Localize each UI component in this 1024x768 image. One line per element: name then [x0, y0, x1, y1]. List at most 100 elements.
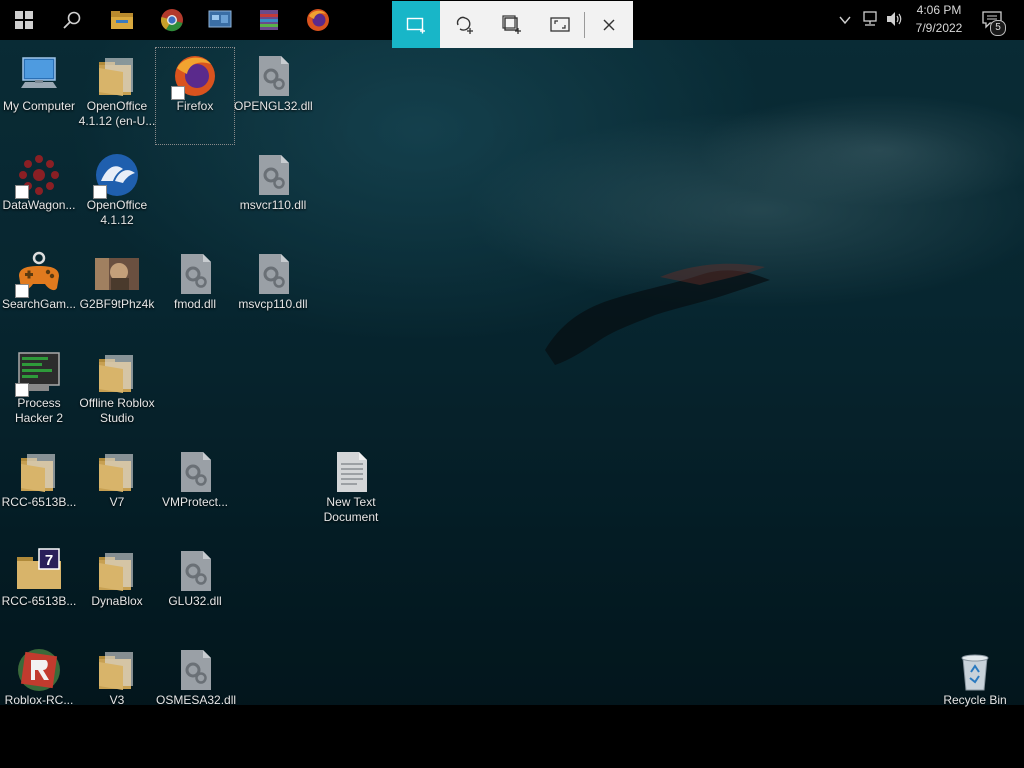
close-icon: [603, 19, 615, 30]
window-snip-icon: [502, 14, 521, 34]
desktop-icon[interactable]: SearchGam...: [0, 246, 78, 342]
file-explorer-icon: [111, 11, 133, 29]
desktop-icon[interactable]: Firefox: [155, 47, 235, 145]
desktop-icon[interactable]: GLU32.dll: [156, 543, 234, 639]
desktop-icon[interactable]: V3: [78, 642, 156, 738]
desktop-icon[interactable]: msvcr110.dll: [234, 147, 312, 243]
desktop-icon-label: GLU32.dll: [168, 594, 222, 608]
desktop-icon-label: fmod.dll: [173, 297, 217, 311]
desktop-icon[interactable]: V7: [78, 444, 156, 540]
dll-icon: [171, 448, 219, 496]
desktop-icon-label: RCC-6513B...: [1, 594, 77, 608]
desktop-icon[interactable]: VMProtect...: [156, 444, 234, 540]
folder7-icon: 7: [15, 547, 63, 595]
desktop-icon-label: Offline Roblox Studio: [79, 396, 155, 425]
rectangular-snip-button[interactable]: [392, 1, 440, 48]
svg-text:7: 7: [45, 552, 53, 569]
folder-icon: [93, 646, 141, 694]
speaker-icon: [887, 12, 902, 26]
start-button[interactable]: [0, 0, 48, 40]
clock-date: 7/9/2022: [915, 21, 963, 35]
desktop-icon-label: OpenOffice 4.1.12: [86, 198, 148, 227]
clock-time: 4:06 PM: [916, 3, 962, 17]
desktop-icon-label: New Text Document: [323, 495, 379, 524]
desktop-icon[interactable]: DynaBlox: [78, 543, 156, 639]
shortcut-arrow-icon: [15, 185, 29, 199]
desktop-icon[interactable]: Roblox-RC...: [0, 642, 78, 738]
firefox-button[interactable]: [294, 0, 342, 40]
datawagon-icon: [15, 151, 63, 199]
windows-start-icon: [15, 11, 33, 29]
desktop-icon-label: OSMESA32.dll: [156, 693, 237, 707]
clock[interactable]: 4:06 PM 7/9/2022: [904, 0, 974, 40]
desktop-icon-label: OPENGL32.dll: [234, 99, 313, 113]
desktop-icon-label: SearchGam...: [1, 297, 77, 311]
freeform-snip-button[interactable]: [440, 1, 488, 48]
window-snip-button[interactable]: [488, 1, 536, 48]
action-center-button[interactable]: 5: [980, 9, 1010, 37]
desktop-icon-label: Roblox-RC...: [4, 693, 74, 707]
desktop-icon-label: Process Hacker 2: [14, 396, 64, 425]
desktop-icon[interactable]: 7 RCC-6513B...: [0, 543, 78, 639]
dll-icon: [249, 151, 297, 199]
folder-icon: [93, 547, 141, 595]
folder-icon: [15, 448, 63, 496]
desktop-icon[interactable]: RCC-6513B...: [0, 444, 78, 540]
firefox-icon: [307, 9, 329, 31]
dll-icon: [249, 52, 297, 100]
desktop-icon-label: DynaBlox: [91, 594, 143, 608]
shortcut-arrow-icon: [15, 383, 29, 397]
processhacker-icon: [15, 349, 63, 397]
close-snip-button[interactable]: [585, 1, 633, 48]
desktop-icon[interactable]: Process Hacker 2: [0, 345, 78, 441]
dll-icon: [171, 250, 219, 298]
desktop-icon[interactable]: fmod.dll: [156, 246, 234, 342]
fullscreen-snip-button[interactable]: [536, 1, 584, 48]
folder-icon: [93, 448, 141, 496]
desktop-icon-label: My Computer: [2, 99, 76, 113]
desktop-icon-label: msvcr110.dll: [239, 198, 307, 212]
desktop-icon-label: VMProtect...: [161, 495, 229, 509]
shortcut-arrow-icon: [15, 284, 29, 298]
desktop-icon[interactable]: New Text Document: [312, 444, 390, 540]
desktop-icon-label: Recycle Bin: [943, 693, 1007, 707]
file-explorer-button[interactable]: [98, 0, 146, 40]
rectangle-snip-icon: [406, 17, 425, 33]
openoffice-icon: [93, 151, 141, 199]
desktop-icon[interactable]: DataWagon...: [0, 147, 78, 243]
dll-icon: [171, 547, 219, 595]
desktop-icon-label: Firefox: [176, 99, 214, 113]
desktop-icon[interactable]: OpenOffice 4.1.12: [78, 147, 156, 243]
chrome-button[interactable]: [148, 0, 196, 40]
desktop-icon[interactable]: OSMESA32.dll: [156, 642, 237, 738]
shortcut-arrow-icon: [93, 185, 107, 199]
desktop-icon[interactable]: Offline Roblox Studio: [78, 345, 156, 441]
desktop-icon[interactable]: msvcp110.dll: [234, 246, 312, 342]
image-icon: [93, 250, 141, 298]
chrome-icon: [160, 9, 183, 32]
recycle-icon: [951, 646, 999, 694]
firefox-icon: [171, 52, 219, 100]
desktop-icon-label: DataWagon...: [2, 198, 76, 212]
show-hidden-icons-button[interactable]: [838, 12, 852, 31]
notification-badge: 5: [990, 20, 1006, 36]
folder-icon: [93, 349, 141, 397]
chevron-up-icon: [839, 16, 851, 25]
snip-toolbar: [392, 1, 633, 48]
winrar-button[interactable]: [245, 0, 293, 40]
desktop-icon[interactable]: OPENGL32.dll: [234, 48, 313, 144]
search-icon: [63, 11, 81, 29]
desktop-icon-label: V3: [109, 693, 125, 707]
desktop-icon-label: msvcp110.dll: [238, 297, 308, 311]
search-button[interactable]: [48, 0, 96, 40]
desktop-icon-label: OpenOffice 4.1.12 (en-U...: [78, 99, 156, 128]
control-panel-button[interactable]: [196, 0, 244, 40]
desktop-icon[interactable]: Recycle Bin: [936, 642, 1014, 738]
desktop-icon-label: V7: [109, 495, 125, 509]
volume-tray-button[interactable]: [886, 11, 904, 31]
desktop-icon[interactable]: My Computer: [0, 48, 78, 144]
desktop-icon[interactable]: OpenOffice 4.1.12 (en-U...: [78, 48, 156, 144]
desktop-icon[interactable]: G2BF9tPhz4k: [78, 246, 156, 342]
network-tray-button[interactable]: [861, 11, 879, 31]
dll-icon: [171, 646, 219, 694]
